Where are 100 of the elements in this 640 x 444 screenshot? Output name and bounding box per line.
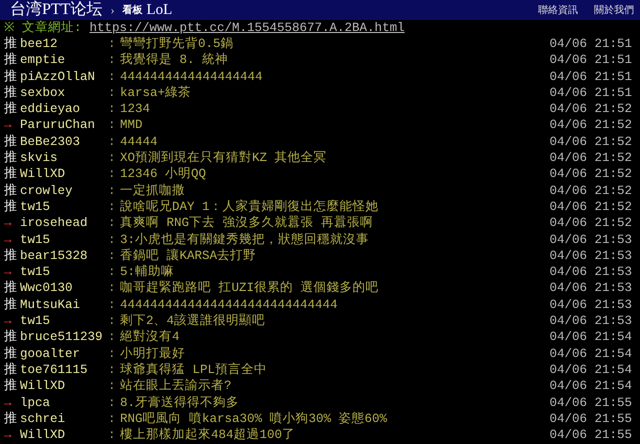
comment-user: sexbox xyxy=(20,84,66,102)
comment-text: 站在眼上丟諭示者? xyxy=(120,378,233,395)
push-tag: 推 xyxy=(0,36,20,52)
comment-separator: : xyxy=(108,394,117,411)
breadcrumb-separator: › xyxy=(110,2,114,19)
comment-text: 彎彎打野先背0.5鍋 xyxy=(120,36,235,52)
comment-separator: : xyxy=(108,264,117,280)
comment-time: 04/06 21:52 xyxy=(549,215,633,232)
comment-separator: : xyxy=(108,117,117,134)
comment-user: toe761115 xyxy=(20,362,89,378)
comment-time: 04/06 21:53 xyxy=(549,296,633,314)
comment-time: 04/06 21:55 xyxy=(549,410,633,428)
comment-user: tw15 xyxy=(20,198,52,216)
comment-user: WillXD xyxy=(20,166,66,183)
comment-text: 12346 小明QQ xyxy=(120,166,208,183)
comment-separator: : xyxy=(108,296,117,314)
comment-separator: : xyxy=(108,215,117,232)
arrow-tag: → xyxy=(0,313,20,330)
comment-user: MutsuKai xyxy=(20,296,82,314)
comment-user: lpca xyxy=(20,394,52,411)
comment-separator: : xyxy=(108,280,117,297)
push-tag: 推 xyxy=(0,101,20,118)
comment-separator: : xyxy=(108,410,117,428)
comment-text: 4444444444444444444 xyxy=(120,68,264,85)
comment-user: schrei xyxy=(20,410,66,428)
comment-time: 04/06 21:52 xyxy=(549,101,633,118)
comment-time: 04/06 21:52 xyxy=(549,117,633,134)
comment-user: WillXD xyxy=(20,378,66,395)
push-tag: 推 xyxy=(0,84,20,102)
nav-link[interactable]: 關於我們 xyxy=(594,2,634,18)
comment-separator: : xyxy=(108,346,117,362)
comment-time: 04/06 21:54 xyxy=(549,346,633,362)
nav-link[interactable]: 聯絡資訊 xyxy=(538,2,578,18)
comment-user: bee12 xyxy=(20,36,59,52)
comment-time: 04/06 21:51 xyxy=(549,84,633,102)
comment-time: 04/06 21:52 xyxy=(549,150,633,166)
push-tag: 推 xyxy=(0,362,20,378)
comment-separator: : xyxy=(108,166,117,183)
comment-user: irosehead xyxy=(20,215,89,232)
comment-user: WillXD xyxy=(20,427,66,444)
comment-user: emptie xyxy=(20,52,66,69)
comment-text: 剩下2、4該選誰很明顯吧 xyxy=(120,313,266,330)
comment-user: ParuruChan xyxy=(20,117,96,134)
board-label: 看板 xyxy=(122,4,142,18)
push-tag: 推 xyxy=(0,182,20,199)
comment-separator: : xyxy=(108,101,117,118)
push-tag: 推 xyxy=(0,410,20,428)
comment-separator: : xyxy=(108,150,117,166)
push-tag: 推 xyxy=(0,198,20,216)
comment-user: tw15 xyxy=(20,232,52,248)
comment-user: tw15 xyxy=(20,264,52,280)
push-tag: 推 xyxy=(0,150,20,166)
comment-time: 04/06 21:53 xyxy=(549,280,633,297)
push-tag: 推 xyxy=(0,68,20,85)
url-label: 文章網址: xyxy=(22,20,82,36)
comment-separator: : xyxy=(108,329,117,346)
comment-time: 04/06 21:54 xyxy=(549,329,633,346)
comment-time: 04/06 21:52 xyxy=(549,134,633,150)
push-tag: 推 xyxy=(0,248,20,264)
comment-text: 說啥呢兄DAY 1：人家貴婦剛復出怎麼能怪她 xyxy=(120,198,380,216)
article-url-link[interactable]: https://www.ptt.cc/M.1554558677.A.2BA.html xyxy=(90,20,405,36)
comment-separator: : xyxy=(108,232,117,248)
comment-user: gooalter xyxy=(20,346,82,362)
comment-time: 04/06 21:55 xyxy=(549,427,633,444)
comment-text: 8.牙膏送得得不夠多 xyxy=(120,394,240,411)
comment-separator: : xyxy=(108,362,117,378)
comment-separator: : xyxy=(108,84,117,102)
comment-text: 小明打最好 xyxy=(120,346,186,362)
comment-time: 04/06 21:53 xyxy=(549,232,633,248)
arrow-tag: → xyxy=(0,394,20,411)
push-tag: 推 xyxy=(0,296,20,314)
comment-time: 04/06 21:52 xyxy=(549,166,633,183)
comment-text: 絕對沒有4 xyxy=(120,329,181,346)
comment-text: 1234 xyxy=(120,101,152,118)
comment-separator: : xyxy=(108,427,117,444)
site-title[interactable]: 台湾PTT论坛 xyxy=(10,0,102,20)
comment-text: 香鍋吧 讓KARSA去打野 xyxy=(120,248,258,264)
comment-separator: : xyxy=(108,36,117,52)
comment-text: 一定抓咖撒 xyxy=(120,182,186,199)
comment-user: bruce511239 xyxy=(20,329,104,346)
comment-text: 5:輔助嘛 xyxy=(120,264,176,280)
comment-user: bear15328 xyxy=(20,248,89,264)
comment-time: 04/06 21:53 xyxy=(549,264,633,280)
board-name[interactable]: LoL xyxy=(146,0,172,22)
comment-text: 真爽啊 RNG下去 強沒多久就囂張 再囂張啊 xyxy=(120,215,374,232)
comment-separator: : xyxy=(108,182,117,199)
push-tag: 推 xyxy=(0,166,20,183)
comment-text: 我覺得是 8. 統神 xyxy=(120,52,230,69)
comment-text: karsa+綠茶 xyxy=(120,84,192,102)
comment-separator: : xyxy=(108,198,117,216)
push-tag: 推 xyxy=(0,52,20,69)
arrow-tag: → xyxy=(0,427,20,444)
comment-text: 3:小虎也是有關鍵秀幾把，狀態回穩就沒事 xyxy=(120,232,370,248)
comment-time: 04/06 21:52 xyxy=(549,182,633,199)
arrow-tag: → xyxy=(0,117,20,134)
comment-time: 04/06 21:54 xyxy=(549,378,633,395)
comment-separator: : xyxy=(108,378,117,395)
push-tag: 推 xyxy=(0,329,20,346)
comment-separator: : xyxy=(108,313,117,330)
comment-text: 咖哥趕緊跑路吧 扛UZI很累的 選個錢多的吧 xyxy=(120,280,380,297)
